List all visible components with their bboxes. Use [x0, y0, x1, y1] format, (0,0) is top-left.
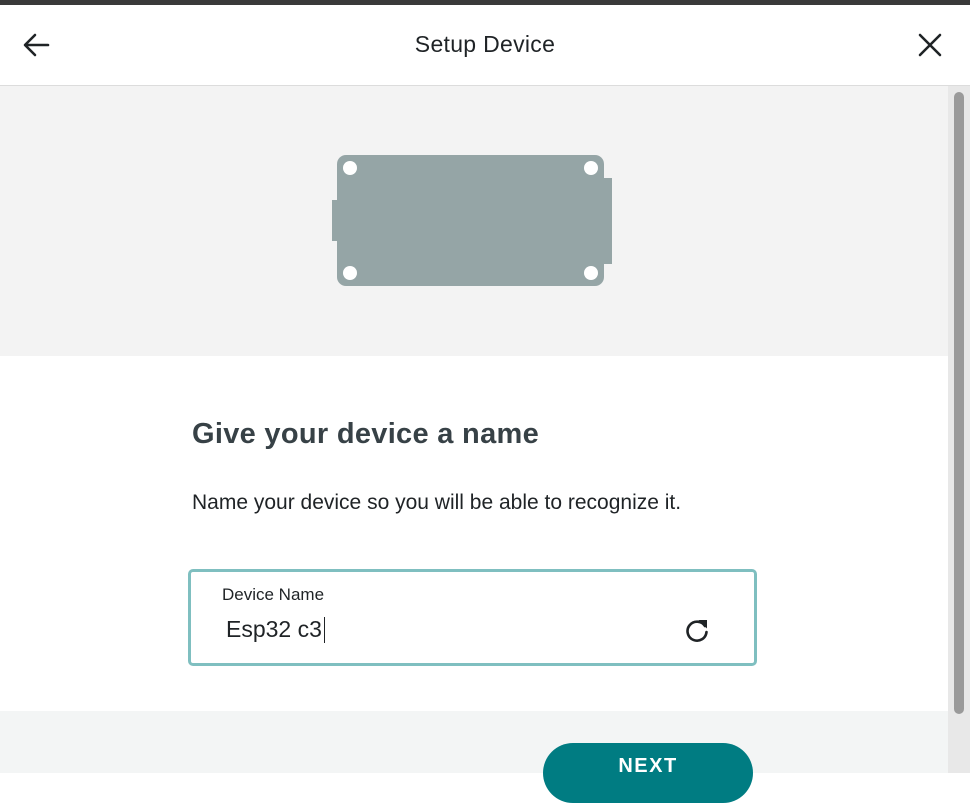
regenerate-name-button[interactable]	[682, 615, 712, 645]
refresh-icon	[686, 620, 708, 642]
content-area: Give your device a name Name your device…	[0, 356, 948, 711]
device-name-field[interactable]: Device Name Esp32 c3	[188, 569, 757, 666]
dialog-footer: NEXT	[0, 711, 948, 803]
device-name-value: Esp32 c3	[226, 616, 322, 642]
text-caret	[323, 616, 326, 643]
scrollbar[interactable]	[948, 86, 970, 773]
device-board-icon	[332, 155, 612, 286]
page-heading: Give your device a name	[192, 418, 540, 450]
device-name-input[interactable]: Esp32 c3	[226, 616, 326, 643]
scrollbar-thumb[interactable]	[954, 92, 964, 714]
dialog-title: Setup Device	[414, 31, 556, 57]
page-description: Name your device so you will be able to …	[192, 491, 682, 514]
next-button[interactable]: NEXT	[543, 743, 753, 803]
device-name-label: Device Name	[222, 585, 325, 604]
close-icon	[918, 33, 942, 57]
device-illustration-area	[0, 86, 948, 356]
dialog-header: Setup Device	[0, 5, 970, 86]
close-button[interactable]	[912, 27, 948, 63]
